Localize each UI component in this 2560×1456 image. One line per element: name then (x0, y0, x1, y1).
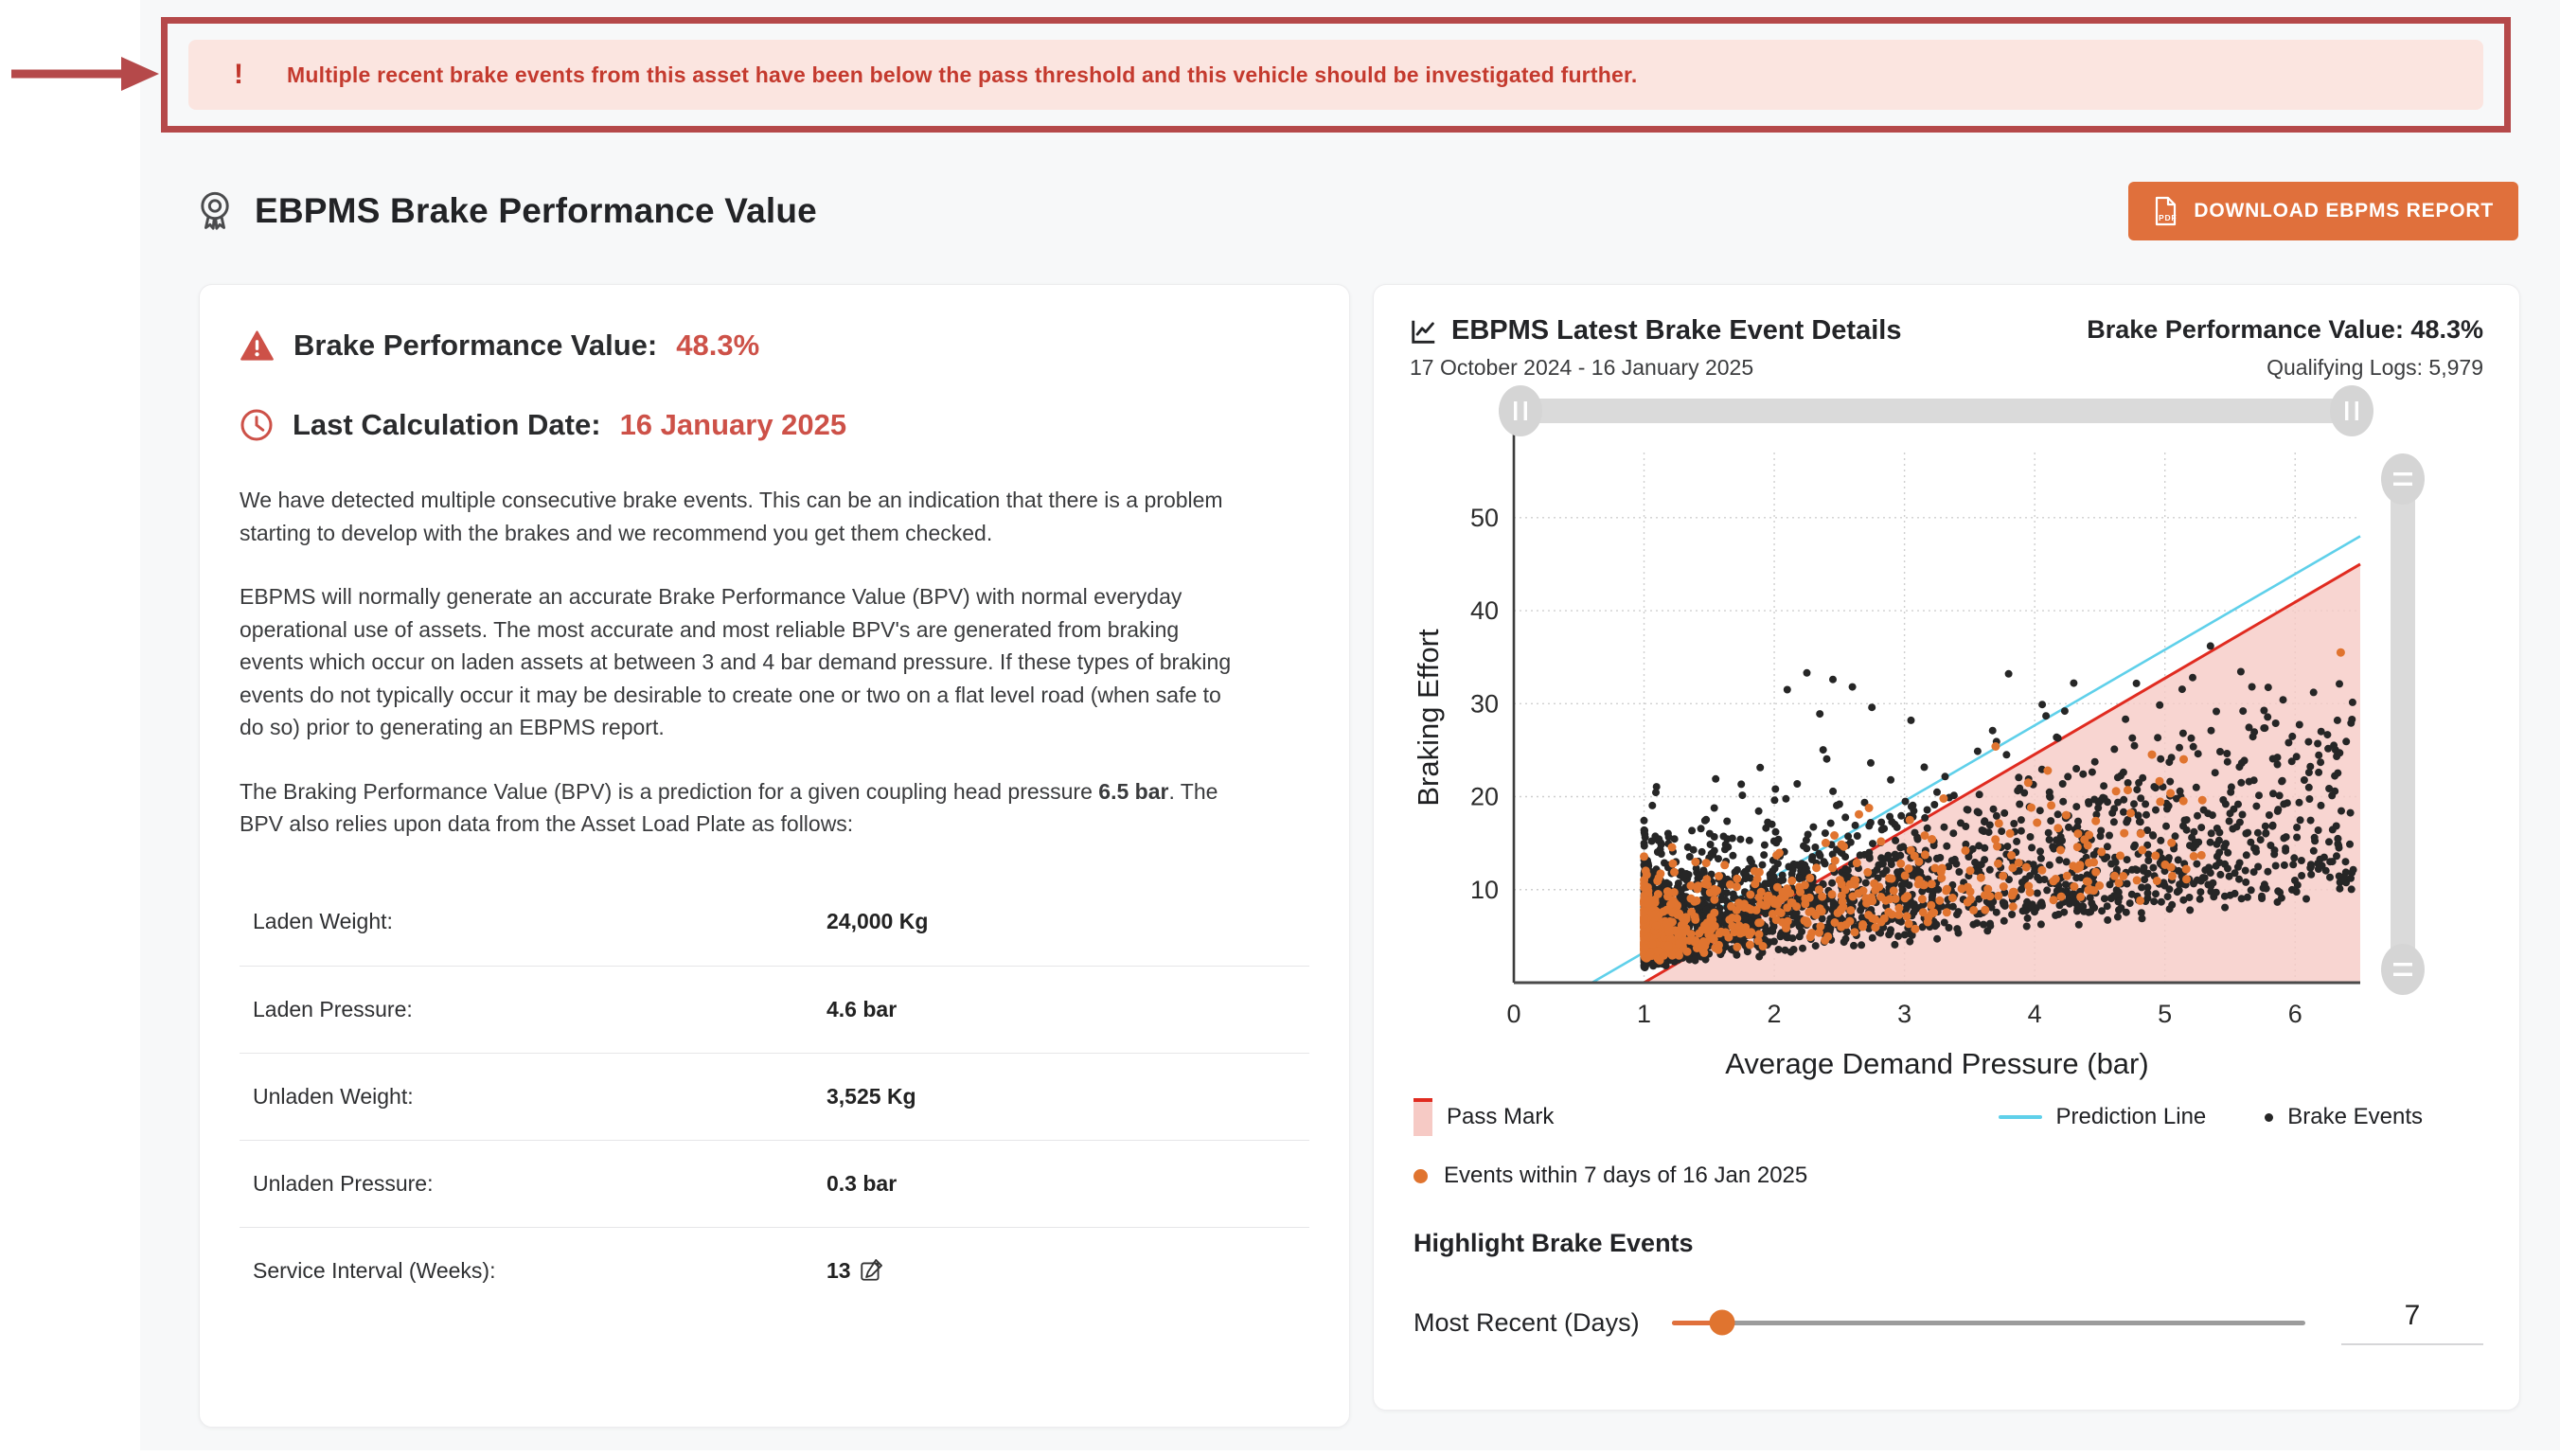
most-recent-days-label: Most Recent (Days) (1413, 1308, 1640, 1338)
summary-paragraph-1: We have detected multiple consecutive br… (240, 484, 1245, 549)
alert-exclamation-icon: ! (234, 59, 243, 91)
pdf-file-icon: PDF (2153, 196, 2178, 226)
brake-performance-summary-card: Brake Performance Value: 48.3% Last Calc… (199, 284, 1350, 1428)
svg-text:30: 30 (1470, 689, 1499, 718)
highlight-brake-events-heading: Highlight Brake Events (1410, 1229, 2483, 1258)
warning-triangle-icon (240, 329, 275, 362)
y-range-slider-bottom-handle[interactable] (2381, 944, 2425, 995)
row-value: 0.3 bar (827, 1171, 897, 1197)
row-label: Unladen Pressure: (240, 1171, 827, 1197)
annotation-highlight-box: ! Multiple recent brake events from this… (161, 17, 2511, 133)
y-range-slider-top-handle[interactable] (2381, 453, 2425, 505)
svg-text:2: 2 (1768, 1000, 1782, 1028)
chart-title-row: EBPMS Latest Brake Event Details (1410, 315, 1901, 346)
brake-events-scatter-chart: 10 20 30 40 50 0 1 2 3 4 5 6 Braking Effort Average D… (1410, 384, 2485, 1096)
most-recent-days-control: Most Recent (Days) 7 (1410, 1300, 2483, 1345)
legend-prediction-line: Prediction Line (1999, 1104, 2207, 1130)
chart-title: EBPMS Latest Brake Event Details (1451, 315, 1901, 346)
row-value: 13 (827, 1258, 883, 1284)
table-row-laden-weight: Laden Weight: 24,000 Kg (240, 879, 1309, 966)
summary-paragraph-3: The Braking Performance Value (BPV) is a… (240, 775, 1245, 841)
alert-banner: ! Multiple recent brake events from this… (188, 40, 2483, 110)
svg-text:0: 0 (1506, 1000, 1520, 1028)
table-row-unladen-pressure: Unladen Pressure: 0.3 bar (240, 1140, 1309, 1227)
bpv-stat-row: Brake Performance Value: 48.3% (240, 328, 1309, 363)
svg-text:50: 50 (1470, 504, 1499, 532)
y-range-slider[interactable] (2381, 453, 2425, 995)
svg-text:40: 40 (1470, 596, 1499, 625)
svg-text:3: 3 (1897, 1000, 1911, 1028)
row-label: Service Interval (Weeks): (240, 1258, 827, 1284)
svg-text:6: 6 (2288, 1000, 2302, 1028)
bpv-label: Brake Performance Value: (293, 328, 657, 363)
most-recent-days-input[interactable]: 7 (2341, 1300, 2483, 1345)
last-calc-label: Last Calculation Date: (293, 408, 601, 442)
chart-date-range: 17 October 2024 - 16 January 2025 (1410, 355, 1901, 381)
svg-text:4: 4 (2028, 1000, 2042, 1028)
svg-text:1: 1 (1637, 1000, 1651, 1028)
chart-qualifying-logs: Qualifying Logs: 5,979 (2087, 355, 2483, 381)
alert-text: Multiple recent brake events from this a… (287, 62, 1637, 88)
legend-pass-mark: Pass Mark (1413, 1098, 1554, 1136)
chart-bpv-value: Brake Performance Value: 48.3% (2087, 315, 2483, 345)
most-recent-days-slider-handle[interactable] (1710, 1310, 1735, 1336)
row-label: Unladen Weight: (240, 1084, 827, 1110)
award-icon (194, 189, 236, 233)
page-header: EBPMS Brake Performance Value PDF DOWNLO… (194, 178, 2518, 244)
download-ebpms-report-button[interactable]: PDF DOWNLOAD EBPMS REPORT (2128, 182, 2518, 240)
edit-icon[interactable] (859, 1258, 883, 1283)
table-row-laden-pressure: Laden Pressure: 4.6 bar (240, 966, 1309, 1053)
row-value: 4.6 bar (827, 997, 897, 1022)
recent-events-dot (1413, 1169, 1428, 1183)
download-button-label: DOWNLOAD EBPMS REPORT (2194, 200, 2494, 222)
legend-brake-events: Brake Events (2265, 1104, 2423, 1130)
svg-text:5: 5 (2158, 1000, 2172, 1028)
chart-legend: Pass Mark Prediction Line Brake Events (1410, 1098, 2483, 1136)
annotation-arrow-icon (4, 47, 163, 100)
summary-paragraph-2: EBPMS will normally generate an accurate… (240, 580, 1245, 744)
table-row-service-interval: Service Interval (Weeks): 13 (240, 1227, 1309, 1314)
row-label: Laden Pressure: (240, 997, 827, 1022)
line-chart-icon (1410, 317, 1438, 346)
x-axis-title: Average Demand Pressure (bar) (1725, 1047, 2148, 1080)
coupling-head-pressure-value: 6.5 bar (1098, 779, 1168, 804)
load-plate-table: Laden Weight: 24,000 Kg Laden Pressure: … (240, 879, 1309, 1314)
brake-event-chart-card: EBPMS Latest Brake Event Details 17 Octo… (1373, 284, 2520, 1411)
most-recent-days-slider-track[interactable] (1672, 1321, 2305, 1325)
page-title: EBPMS Brake Performance Value (255, 191, 817, 231)
svg-text:10: 10 (1470, 876, 1499, 904)
svg-text:PDF: PDF (2159, 213, 2177, 222)
row-value: 24,000 Kg (827, 909, 928, 934)
x-range-slider-right-handle[interactable] (2330, 385, 2373, 436)
x-range-slider-left-handle[interactable] (1499, 385, 1542, 436)
chart-header: EBPMS Latest Brake Event Details 17 Octo… (1410, 315, 2483, 381)
x-range-slider[interactable] (1499, 385, 2373, 436)
svg-text:20: 20 (1470, 783, 1499, 811)
pass-mark-swatch (1413, 1098, 1432, 1136)
y-axis-title: Braking Effort (1412, 629, 1445, 807)
brake-events-dot (2265, 1113, 2273, 1122)
legend-recent-events: Events within 7 days of 16 Jan 2025 (1410, 1163, 2483, 1189)
bpv-value: 48.3% (676, 328, 759, 363)
row-label: Laden Weight: (240, 909, 827, 934)
prediction-line-swatch (1999, 1115, 2042, 1119)
last-calc-value: 16 January 2025 (620, 408, 847, 442)
clock-icon (240, 408, 274, 442)
row-value: 3,525 Kg (827, 1084, 916, 1110)
last-calc-stat-row: Last Calculation Date: 16 January 2025 (240, 408, 1309, 442)
table-row-unladen-weight: Unladen Weight: 3,525 Kg (240, 1053, 1309, 1140)
